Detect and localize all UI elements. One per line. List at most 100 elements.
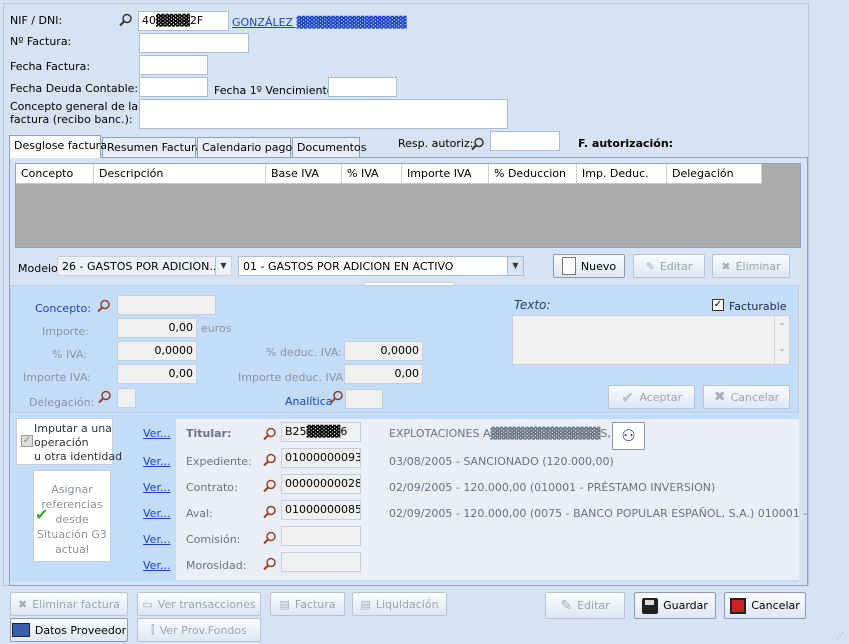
facturable-checkbox[interactable]: ✓ <box>712 299 724 311</box>
search-icon[interactable] <box>263 427 277 441</box>
imputar-checkbox[interactable]: ✓ <box>21 435 33 447</box>
texto-textarea[interactable]: ⌃ ⌄ <box>512 315 790 365</box>
search-icon[interactable] <box>119 13 133 27</box>
editar-button[interactable]: ✎ Editar <box>545 592 625 619</box>
save-disk-icon <box>642 597 659 614</box>
ver-prov-fondos-button[interactable]: ⫿ Ver Prov.Fondos <box>137 618 261 642</box>
importe-iva-input[interactable]: 0,00 <box>117 364 197 384</box>
morosidad-label: Morosidad: <box>186 559 247 572</box>
morosidad-input[interactable] <box>281 552 361 572</box>
exit-door-icon <box>730 597 747 614</box>
ver-aval-link[interactable]: Ver... <box>143 507 170 520</box>
importe-deduc-input[interactable]: 0,00 <box>344 364 423 384</box>
col-importe-iva[interactable]: Importe IVA <box>402 164 489 183</box>
importe-label: Importe: <box>42 325 89 338</box>
col-descripcion[interactable]: Descripción <box>94 164 266 183</box>
modelo-combo-2[interactable]: 01 - GASTOS POR ADICION EN ACTIVO ▼ <box>238 256 524 276</box>
ver-transacciones-button[interactable]: ▭ Ver transacciones <box>137 592 261 616</box>
nuevo-button[interactable]: Nuevo <box>553 254 625 278</box>
fecha-venc-label: Fecha 1º Vencimiento: <box>214 84 338 97</box>
chevron-down-icon[interactable]: ▼ <box>507 257 523 275</box>
tab-documentos[interactable]: Documentos <box>292 137 366 157</box>
factura-input[interactable] <box>139 33 249 53</box>
search-icon[interactable] <box>263 557 277 571</box>
people-icon[interactable]: ⚇ <box>612 422 645 450</box>
tab-resumen-factura[interactable]: Resumen Factura <box>102 137 202 157</box>
col-iva[interactable]: % IVA <box>342 164 402 183</box>
factura-button[interactable]: ▤ Factura <box>270 592 345 616</box>
col-concepto[interactable]: Concepto <box>16 164 94 183</box>
col-delegacion[interactable]: Delegación <box>667 164 762 183</box>
aval-input[interactable]: 010000000859 <box>281 500 361 520</box>
deduc-iva-input[interactable]: 0,0000 <box>344 341 423 361</box>
printer-icon: ▤ <box>360 597 371 611</box>
fecha-deuda-input[interactable] <box>139 77 208 97</box>
expediente-input[interactable]: 010000000938 <box>281 448 361 468</box>
nif-input[interactable]: 40▓▓▓▓2F <box>138 11 229 31</box>
factura-label-btn: Factura <box>294 597 336 611</box>
col-imp-deduc[interactable]: Imp. Deduc. <box>577 164 667 183</box>
search-icon[interactable] <box>263 453 277 467</box>
fecha-venc-input[interactable] <box>328 77 397 97</box>
analitica-input[interactable] <box>345 389 383 409</box>
search-icon[interactable] <box>330 390 344 404</box>
contrato-input[interactable]: 000000000285 <box>281 474 361 494</box>
texto-label: Texto: <box>514 298 551 312</box>
datos-proveedor-button[interactable]: Datos Proveedor <box>10 618 128 642</box>
search-icon[interactable] <box>471 137 485 151</box>
search-icon[interactable] <box>263 505 277 519</box>
contrato-label: Contrato: <box>186 481 238 494</box>
modelo-combo-2-value: 01 - GASTOS POR ADICION EN ACTIVO <box>243 260 454 273</box>
contrato-desc: 02/09/2005 - 120.000,00 (010001 - PRÉSTA… <box>389 481 716 494</box>
search-icon[interactable] <box>98 390 112 404</box>
liquidacion-button[interactable]: ▤ Liquidación <box>352 592 447 616</box>
comision-input[interactable] <box>281 526 361 546</box>
euros-label: euros <box>201 322 232 335</box>
search-icon[interactable] <box>263 479 277 493</box>
titular-input[interactable]: B25▓▓▓▓6 <box>281 422 361 442</box>
lines-grid[interactable]: Concepto Descripción Base IVA % IVA Impo… <box>15 163 801 248</box>
cancelar-line-label: Cancelar <box>730 390 780 404</box>
aval-label: Aval: <box>186 507 213 520</box>
editar-line-button[interactable]: ✎ Editar <box>633 254 705 278</box>
tab-calendario-pagos[interactable]: Calendario pagos <box>197 137 298 157</box>
ver-comision-link[interactable]: Ver... <box>143 533 170 546</box>
search-icon[interactable] <box>263 531 277 545</box>
imputar-line3: u otra identidad <box>34 450 123 463</box>
importe-input[interactable]: 0,00 <box>117 318 197 338</box>
eliminar-factura-button[interactable]: ✖ Eliminar factura <box>10 592 128 616</box>
concepto-general-input[interactable] <box>139 99 508 129</box>
concepto-detail-label: Concepto: <box>35 302 91 315</box>
fecha-factura-label: Fecha Factura: <box>10 60 91 73</box>
ver-titular-link[interactable]: Ver... <box>143 427 170 440</box>
search-icon[interactable] <box>97 299 111 313</box>
cancelar-line-button[interactable]: ✖ Cancelar <box>703 385 790 409</box>
delegacion-input[interactable] <box>117 388 136 408</box>
col-deduccion[interactable]: % Deduccion <box>489 164 577 183</box>
modelo-combo-1[interactable]: 26 - GASTOS POR ADICION... ▼ <box>57 256 232 276</box>
guardar-button[interactable]: Guardar <box>634 592 716 619</box>
ver-expediente-link[interactable]: Ver... <box>143 455 170 468</box>
delegacion-label: Delegación: <box>29 396 95 409</box>
iva-input[interactable]: 0,0000 <box>117 341 197 361</box>
cancelar-button[interactable]: Cancelar <box>724 592 806 619</box>
concepto-detail-input[interactable] <box>117 295 216 315</box>
ver-contrato-link[interactable]: Ver... <box>143 481 170 494</box>
ver-morosidad-link[interactable]: Ver... <box>143 559 170 572</box>
resize-grip-icon[interactable]: ⋰ <box>836 631 846 641</box>
aceptar-button[interactable]: ✔ Aceptar <box>608 385 695 409</box>
resp-autoriz-input[interactable] <box>490 131 560 151</box>
asignar-button[interactable]: Asignar referencias desde Situación G3 a… <box>33 470 111 562</box>
tab-desglose-factura[interactable]: Desglose factura <box>9 135 107 158</box>
col-base-iva[interactable]: Base IVA <box>266 164 342 183</box>
nuevo-label: Nuevo <box>580 259 617 273</box>
imputar-box[interactable]: ✓ Imputar a una operación u otra identid… <box>16 418 122 465</box>
eliminar-label: Eliminar <box>735 259 781 273</box>
scrollbar[interactable]: ⌃ ⌄ <box>774 316 789 364</box>
eliminar-line-button[interactable]: ✖ Eliminar <box>712 254 790 278</box>
fecha-factura-input[interactable] <box>139 55 208 75</box>
chevron-down-icon[interactable]: ▼ <box>215 257 231 275</box>
nif-name-link[interactable]: GONZÁLEZ ▓▓▓▓▓▓▓▓▓▓▓▓▓ <box>232 16 407 29</box>
editar-label: Editar <box>659 259 693 273</box>
checkmark-icon: ✔ <box>35 505 49 524</box>
